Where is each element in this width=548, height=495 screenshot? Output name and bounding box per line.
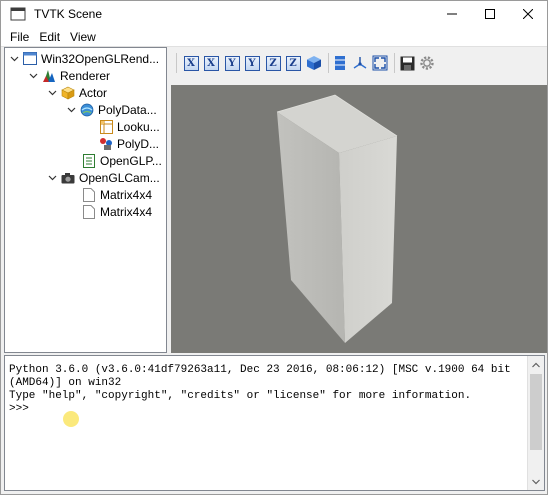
chevron-down-icon[interactable] [27,70,39,82]
chevron-down-icon[interactable] [46,87,58,99]
view-z-plus-button[interactable]: Z [265,55,281,71]
document-icon [82,187,96,202]
tree-label: Matrix4x4 [100,187,153,202]
tree-node-render-window[interactable]: Win32OpenGLRend... [8,50,159,67]
window-icon [23,52,37,66]
console-line: Python 3.6.0 (v3.6.0:41df79263a11, Dec 2… [9,364,511,376]
tree-node-property[interactable]: OpenGLP... [82,152,162,169]
tree-label: PolyData... [98,102,157,117]
polydata-globe-icon [80,103,94,117]
chevron-down-icon [532,479,540,484]
document-icon [82,204,96,219]
fullscreen-icon [372,55,388,71]
scroll-up-button[interactable] [528,356,544,373]
axis-y-icon: Y [224,55,240,71]
isometric-view-button[interactable] [306,55,322,71]
menu-bar: File Edit View [1,27,547,47]
toolbar-separator [394,53,395,73]
window-title: TVTK Scene [34,7,103,21]
axis-x-icon: X [183,55,199,71]
box-3d-object [276,94,398,343]
menu-file[interactable]: File [5,30,34,44]
tree-label: Renderer [60,68,111,83]
minimize-button[interactable] [433,1,471,27]
view-x-plus-button[interactable]: X [183,55,199,71]
axis-x-icon: X [203,55,219,71]
tree-node-camera[interactable]: OpenGLCam... [46,169,160,186]
settings-button[interactable] [419,55,435,71]
tree-label: OpenGLCam... [79,170,160,185]
scene-toolbar: X X Y Y Z Z [171,47,547,85]
axes-toggle-icon [353,57,367,69]
scroll-thumb[interactable] [530,374,542,450]
tree-node-lookup-table[interactable]: Looku... [99,118,160,135]
save-button[interactable] [399,55,415,71]
pipeline-tree[interactable]: Win32OpenGLRend... Renderer Actor PolyDa… [4,47,167,353]
maximize-icon [485,9,495,19]
axes-toggle-button[interactable] [352,55,368,71]
console-prompt[interactable]: >>> [9,403,29,416]
renderer-icon [42,69,56,83]
chevron-down-icon[interactable] [65,104,77,116]
mouse-cursor-highlight [63,411,79,427]
tree-label: Matrix4x4 [100,204,153,219]
console-line: Type "help", "copyright", "credits" or "… [9,390,472,402]
view-x-minus-button[interactable]: X [203,55,219,71]
tree-label: Actor [79,85,108,100]
scroll-down-button[interactable] [528,473,544,490]
tvtk-scene-window: TVTK Scene File Edit View Win32OpenGLRen… [0,0,548,495]
property-icon [82,153,96,168]
close-icon [523,9,533,19]
camera-icon [61,171,75,185]
tree-node-matrix-2[interactable]: Matrix4x4 [82,203,152,220]
axis-z-icon: Z [285,55,301,71]
menu-view[interactable]: View [65,30,101,44]
parallel-projection-button[interactable] [332,55,348,71]
axis-y-icon: Y [244,55,260,71]
python-console[interactable]: Python 3.6.0 (v3.6.0:41df79263a11, Dec 2… [4,355,545,491]
chevron-down-icon[interactable] [46,172,58,184]
tree-node-actor[interactable]: Actor [46,84,107,101]
toolbar-separator [328,53,329,73]
tree-label: PolyD... [117,136,160,151]
chevron-down-icon[interactable] [8,53,20,65]
isometric-cube-icon [307,56,321,70]
render-viewport[interactable] [171,85,547,353]
actor-cube-icon [61,86,75,100]
app-icon [10,7,26,21]
view-y-minus-button[interactable]: Y [244,55,260,71]
tree-label: Looku... [117,119,160,134]
console-line: (AMD64)] on win32 [9,377,122,389]
tree-node-polydata[interactable]: PolyD... [99,135,159,152]
tree-node-matrix-1[interactable]: Matrix4x4 [82,186,152,203]
tree-node-renderer[interactable]: Renderer [27,67,110,84]
settings-gear-icon [420,56,434,70]
title-bar[interactable]: TVTK Scene [1,1,547,27]
tree-node-polydata-mapper[interactable]: PolyData... [65,101,157,118]
tree-label: Win32OpenGLRend... [41,51,160,66]
tree-label: OpenGLP... [100,153,162,168]
fullscreen-button[interactable] [372,55,388,71]
close-button[interactable] [509,1,547,27]
chevron-up-icon [532,362,540,367]
menu-edit[interactable]: Edit [34,30,65,44]
minimize-icon [447,13,457,15]
maximize-button[interactable] [471,1,509,27]
parallel-projection-icon [335,56,345,70]
view-y-plus-button[interactable]: Y [224,55,240,71]
console-scrollbar[interactable] [527,356,544,490]
axis-z-icon: Z [265,55,281,71]
toolbar-separator [176,53,177,73]
view-z-minus-button[interactable]: Z [285,55,301,71]
polydata-filter-icon [99,137,113,151]
lookup-table-icon [99,119,113,134]
save-icon [400,56,414,70]
